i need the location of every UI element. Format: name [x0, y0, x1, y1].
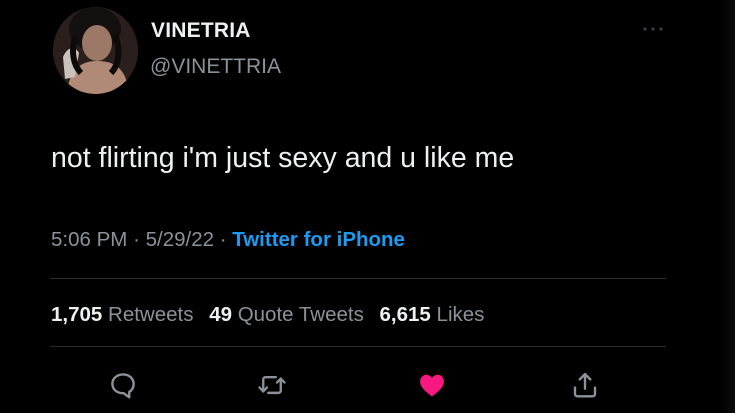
- reply-icon[interactable]: [108, 370, 138, 400]
- likes-count: 6,615: [379, 303, 431, 326]
- retweet-icon[interactable]: [257, 370, 287, 400]
- share-icon[interactable]: [570, 370, 600, 400]
- separator: ·: [219, 228, 227, 251]
- retweets-count: 1,705: [51, 303, 103, 326]
- divider: [50, 278, 666, 279]
- tweet-date[interactable]: 5/29/22: [146, 228, 214, 251]
- tweet-time[interactable]: 5:06 PM: [51, 228, 127, 251]
- tweet-source-link[interactable]: Twitter for iPhone: [232, 228, 405, 251]
- retweets-label: Retweets: [108, 303, 194, 326]
- quote-tweets-stat[interactable]: 49 Quote Tweets: [209, 303, 364, 326]
- divider: [50, 346, 666, 347]
- quote-tweets-count: 49: [209, 303, 232, 326]
- quote-tweets-label: Quote Tweets: [237, 303, 364, 326]
- retweets-stat[interactable]: 1,705 Retweets: [51, 303, 193, 326]
- screen-edge: [721, 0, 735, 413]
- likes-stat[interactable]: 6,615 Likes: [380, 303, 485, 326]
- tweet-text: not flirting i'm just sexy and u like me: [51, 142, 515, 174]
- display-name[interactable]: VINETRIA: [151, 19, 251, 43]
- likes-label: Likes: [436, 303, 485, 326]
- heart-icon[interactable]: [417, 370, 447, 400]
- tweet-metadata: 5:06 PM · 5/29/22 · Twitter for iPhone: [51, 228, 405, 252]
- separator: ·: [133, 228, 140, 251]
- tweet-stats: 1,705 Retweets 49 Quote Tweets 6,615 Lik…: [51, 303, 484, 327]
- tweet-card: VINETRIA @VINETTRIA not flirting i'm jus…: [50, 0, 690, 413]
- more-options-icon[interactable]: [641, 21, 665, 31]
- user-handle[interactable]: @VINETTRIA: [150, 55, 281, 79]
- avatar[interactable]: [53, 7, 138, 94]
- tweet-screenshot: VINETRIA @VINETTRIA not flirting i'm jus…: [0, 0, 735, 413]
